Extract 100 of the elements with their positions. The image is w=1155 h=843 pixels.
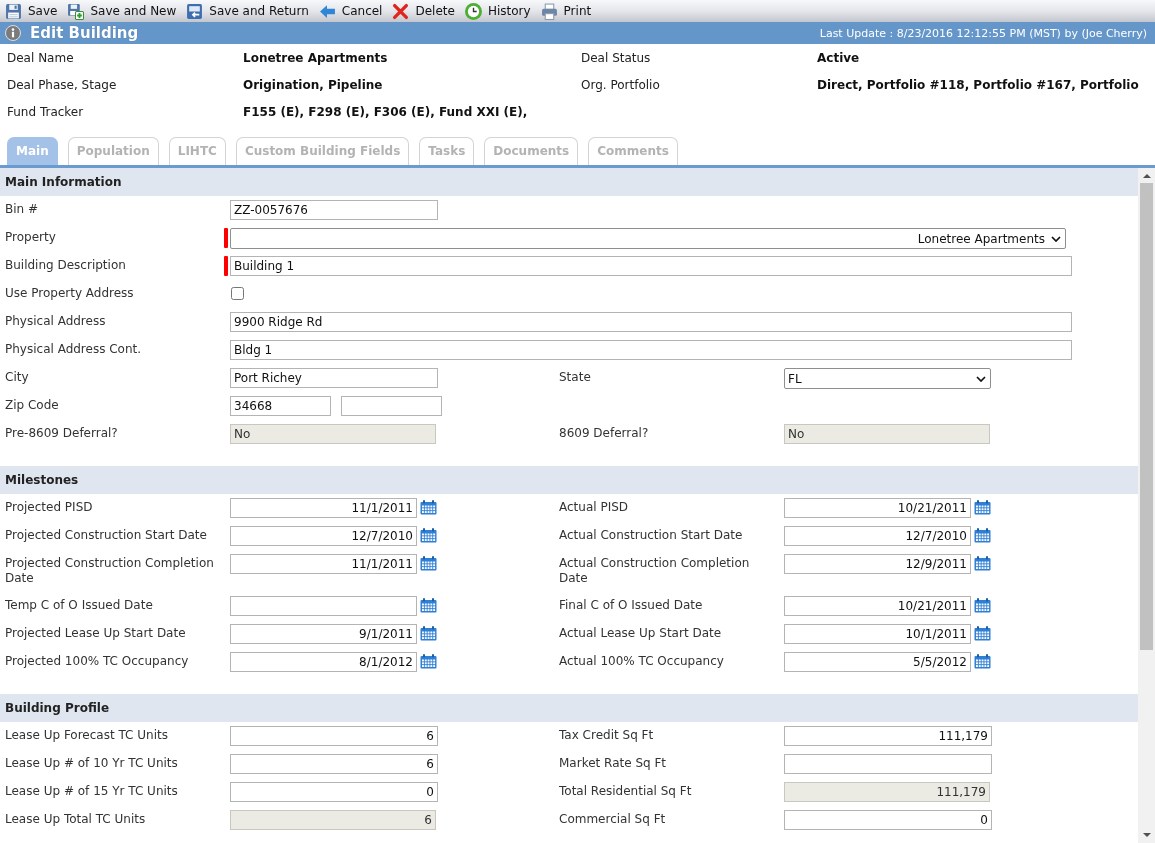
field-label: Physical Address xyxy=(4,313,107,330)
field-label: State xyxy=(558,369,592,386)
date-field[interactable]: 5/5/2012 xyxy=(784,652,971,672)
field-label: Use Property Address xyxy=(4,285,135,302)
field-label: Pre-8609 Deferral? xyxy=(4,425,119,442)
scroll-down-arrow-icon[interactable] xyxy=(1142,833,1151,837)
select-field[interactable]: FL xyxy=(784,368,991,389)
text-field[interactable]: 9900 Ridge Rd xyxy=(230,312,1072,332)
field-label: Actual PISD xyxy=(558,499,630,516)
field-label: Actual Lease Up Start Date xyxy=(558,625,723,642)
field-label: Zip Code xyxy=(4,397,60,414)
calendar-icon[interactable] xyxy=(974,626,991,641)
field-label: Projected Construction Completion Date xyxy=(4,555,215,587)
date-field[interactable]: 9/1/2011 xyxy=(230,624,417,644)
field-label: Actual 100% TC Occupancy xyxy=(558,653,725,670)
select-field[interactable]: Lonetree Apartments xyxy=(230,228,1066,249)
save-and-new-button[interactable]: Save and New xyxy=(63,1,181,21)
field-label: Commercial Sq Ft xyxy=(558,811,667,828)
scroll-up-arrow-icon[interactable] xyxy=(1142,174,1151,178)
floppy-disk-plus-icon xyxy=(67,2,85,20)
section-header: Building Profile xyxy=(0,694,1138,722)
field-label: Lease Up Forecast TC Units xyxy=(4,727,169,744)
field-label: Temp C of O Issued Date xyxy=(4,597,154,614)
date-field[interactable] xyxy=(230,596,417,616)
field-label: Deal Status xyxy=(581,50,652,65)
text-field[interactable]: Building 1 xyxy=(230,256,1072,276)
scrollbar-thumb[interactable] xyxy=(1140,183,1153,650)
number-field[interactable] xyxy=(784,754,992,774)
field-value: F155 (E), F298 (E), F306 (E), Fund XXI (E), xyxy=(243,104,529,119)
field-label: Bin # xyxy=(4,201,40,218)
field-value: Lonetree Apartments xyxy=(243,50,389,65)
print-button[interactable]: Print xyxy=(536,1,596,21)
date-field[interactable]: 12/7/2010 xyxy=(230,526,417,546)
last-update-text: Last Update : 8/23/2016 12:12:55 PM (MST) by (Joe Cherry) xyxy=(819,26,1147,40)
section-header: Milestones xyxy=(0,466,1138,494)
field-label: Fund Tracker xyxy=(7,104,85,119)
field-label: Projected Lease Up Start Date xyxy=(4,625,187,642)
date-field[interactable]: 10/21/2011 xyxy=(784,596,971,616)
date-field[interactable]: 11/1/2011 xyxy=(230,498,417,518)
number-field[interactable]: 0 xyxy=(230,782,438,802)
calendar-icon[interactable] xyxy=(420,626,437,641)
read-only-field: No xyxy=(230,424,436,444)
date-field[interactable]: 8/1/2012 xyxy=(230,652,417,672)
calendar-icon[interactable] xyxy=(420,654,437,669)
field-label: Deal Phase, Stage xyxy=(7,77,118,92)
read-only-field: No xyxy=(784,424,990,444)
date-field[interactable]: 12/7/2010 xyxy=(784,526,971,546)
calendar-icon[interactable] xyxy=(974,654,991,669)
field-label: Market Rate Sq Ft xyxy=(558,755,668,772)
field-value: Direct, Portfolio #118, Portfolio #167, Portfolio xyxy=(817,77,1140,92)
field-label: City xyxy=(4,369,30,386)
calendar-icon[interactable] xyxy=(420,598,437,613)
calendar-icon[interactable] xyxy=(420,528,437,543)
calendar-icon[interactable] xyxy=(974,500,991,515)
save-button[interactable]: Save xyxy=(1,1,62,21)
checkbox[interactable] xyxy=(231,287,244,300)
text-field[interactable]: Bldg 1 xyxy=(230,340,1072,360)
page-title: Edit Building xyxy=(30,24,139,42)
field-value: Active xyxy=(817,50,861,65)
cross-icon xyxy=(392,2,410,20)
read-only-field: 111,179 xyxy=(784,782,990,802)
calendar-icon[interactable] xyxy=(420,500,437,515)
save-and-return-button[interactable]: Save and Return xyxy=(182,1,313,21)
field-label: Deal Name xyxy=(7,50,75,65)
date-field[interactable]: 10/21/2011 xyxy=(784,498,971,518)
calendar-icon[interactable] xyxy=(974,598,991,613)
text-field[interactable]: ZZ-0057676 xyxy=(230,200,438,220)
calendar-icon[interactable] xyxy=(420,556,437,571)
clock-icon xyxy=(464,2,482,20)
date-field[interactable]: 10/1/2011 xyxy=(784,624,971,644)
number-field[interactable]: 6 xyxy=(230,726,438,746)
calendar-icon[interactable] xyxy=(974,528,991,543)
number-field[interactable]: 0 xyxy=(784,810,992,830)
delete-button[interactable]: Delete xyxy=(388,1,459,21)
chevron-down-icon xyxy=(1051,235,1061,242)
zip-extension-field[interactable] xyxy=(341,396,442,416)
field-label: Physical Address Cont. xyxy=(4,341,143,358)
number-field[interactable]: 111,179 xyxy=(784,726,992,746)
number-field[interactable]: 6 xyxy=(230,754,438,774)
field-label: Lease Up # of 10 Yr TC Units xyxy=(4,755,179,772)
date-field[interactable]: 11/1/2011 xyxy=(230,554,417,574)
field-label: Actual Construction Start Date xyxy=(558,527,744,544)
cancel-button[interactable]: Cancel xyxy=(314,1,387,21)
field-label: Org. Portfolio xyxy=(581,77,661,92)
field-label: Final C of O Issued Date xyxy=(558,597,704,614)
calendar-icon[interactable] xyxy=(974,556,991,571)
field-label: Projected 100% TC Occupancy xyxy=(4,653,190,670)
history-button[interactable]: History xyxy=(460,1,535,21)
field-label: Building Description xyxy=(4,257,127,274)
field-label: Total Residential Sq Ft xyxy=(558,783,693,800)
field-value: Origination, Pipeline xyxy=(243,77,384,92)
field-label: Projected PISD xyxy=(4,499,94,516)
zip-code-field[interactable]: 34668 xyxy=(230,396,331,416)
scrollbar[interactable] xyxy=(1138,168,1155,843)
field-label: 8609 Deferral? xyxy=(558,425,650,442)
info-icon xyxy=(5,25,21,41)
field-label: Tax Credit Sq Ft xyxy=(558,727,655,744)
text-field[interactable]: Port Richey xyxy=(230,368,438,388)
read-only-field: 6 xyxy=(230,810,436,830)
date-field[interactable]: 12/9/2011 xyxy=(784,554,971,574)
